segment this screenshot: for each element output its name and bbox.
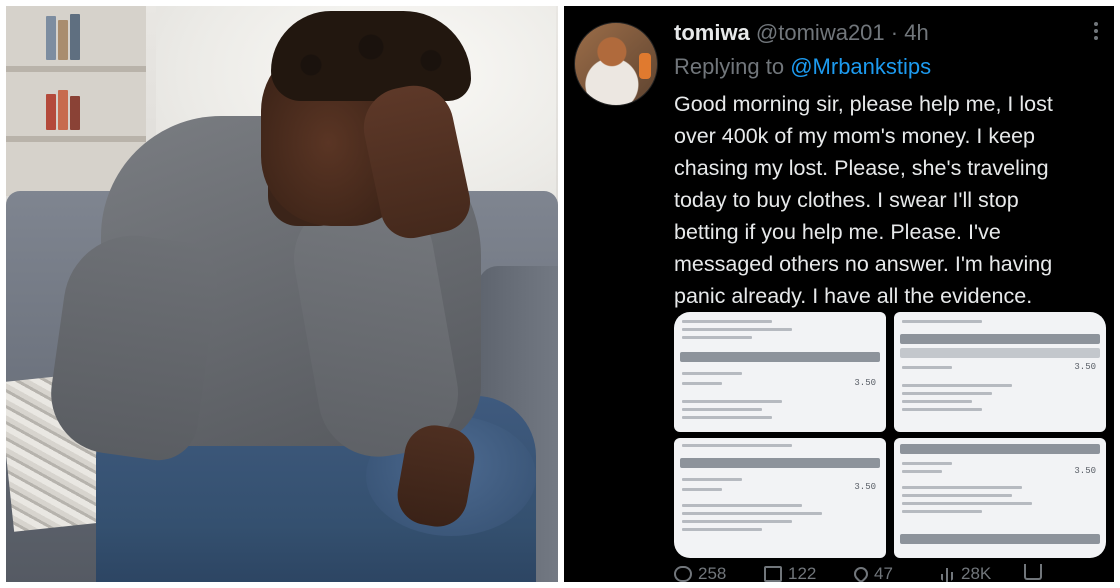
bet-slip-image[interactable]: 3.50 [894,438,1106,558]
bet-odds: 3.50 [1074,466,1096,476]
like-count: 47 [874,564,893,582]
tweet-time[interactable]: 4h [904,20,928,45]
tweet-text-line: today to buy clothes. I swear I'll stop [674,188,1019,212]
mention-link[interactable]: @Mrbankstips [790,54,931,79]
tweet-text-line: betting if you help me. Please. I've [674,220,1001,244]
more-icon[interactable] [1092,20,1100,44]
views-count: 28K [961,564,992,582]
views-button[interactable]: 28K [939,564,991,582]
replying-to: Replying to @Mrbankstips [674,54,931,80]
avatar[interactable] [574,22,658,106]
reply-count: 258 [698,564,727,582]
separator-dot: · [890,20,899,45]
tweet-text-line: Good morning sir, please help me, I lost [674,92,1053,116]
bet-slip-image[interactable]: 3.50 [674,438,886,558]
share-button[interactable] [1024,564,1042,580]
bet-slip-image[interactable]: 3.50 [894,312,1106,432]
views-icon [939,566,955,582]
bet-odds: 3.50 [1074,362,1096,372]
like-icon [851,564,871,582]
like-button[interactable]: 47 [851,564,893,582]
tweet-body: Good morning sir, please help me, I lost… [674,88,1104,312]
replying-prefix: Replying to [674,54,785,79]
tweet-actions: 258 122 47 28K [674,564,1104,582]
tweet-text-line: messaged others no answer. I'm having [674,252,1053,276]
tweet-text-line: panic already. I have all the evidence. [674,284,1033,308]
hair [271,11,471,101]
bet-odds: 3.50 [854,378,876,388]
display-name[interactable]: tomiwa [674,20,750,45]
avatar-accent [639,53,651,79]
tweet-header: tomiwa @tomiwa201 · 4h [674,20,929,46]
reply-button[interactable]: 258 [674,564,726,582]
retweet-icon [764,566,782,582]
user-handle[interactable]: @tomiwa201 [756,20,885,45]
tweet-card: tomiwa @tomiwa201 · 4h Replying to @Mrba… [564,6,1114,582]
retweet-button[interactable]: 122 [764,564,816,582]
retweet-count: 122 [788,564,817,582]
bet-odds: 3.50 [854,482,876,492]
tweet-media-grid[interactable]: 3.50 3.50 3.50 3.50 [674,312,1106,558]
share-icon [1024,564,1042,580]
stock-photo-sad-man [6,6,558,582]
tweet-text-line: chasing my lost. Please, she's traveling [674,156,1049,180]
reply-icon [674,566,692,582]
bet-slip-image[interactable]: 3.50 [674,312,886,432]
tweet-text-line: over 400k of my mom's money. I keep [674,124,1035,148]
